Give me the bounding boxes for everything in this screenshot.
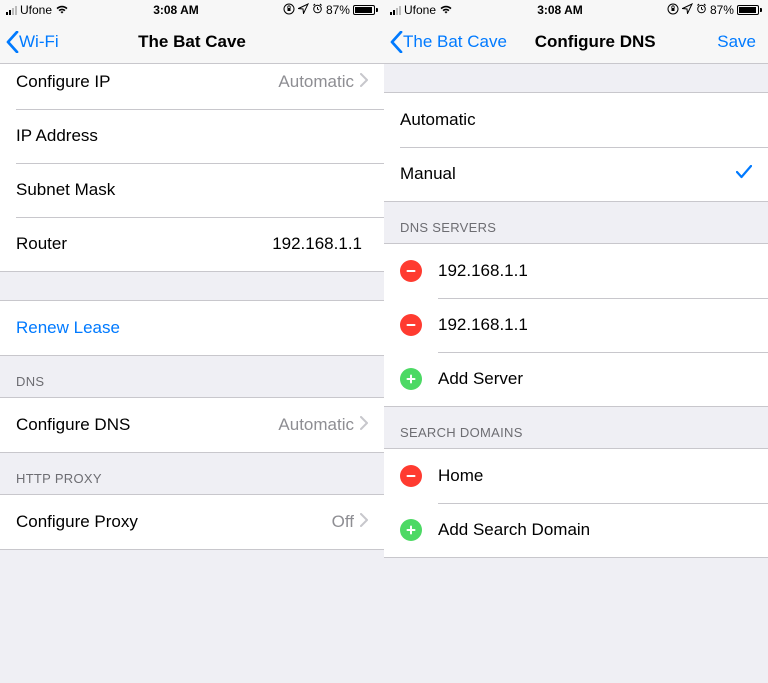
status-left: Ufone	[6, 3, 69, 17]
battery-pct: 87%	[326, 3, 350, 17]
proxy-group: Configure Proxy Off	[0, 494, 384, 550]
carrier-label: Ufone	[404, 3, 436, 17]
status-right: 87%	[667, 3, 762, 18]
status-bar: Ufone 3:08 AM 87%	[0, 0, 384, 20]
dns-mode-automatic-row[interactable]: Automatic	[384, 93, 768, 147]
search-domain-value: Home	[438, 466, 752, 486]
subnet-mask-label: Subnet Mask	[16, 180, 368, 200]
add-button[interactable]	[400, 519, 422, 541]
chevron-right-icon	[360, 72, 368, 92]
dns-servers-header: DNS SERVERS	[384, 202, 768, 243]
screen-configure-dns: Ufone 3:08 AM 87% The Bat Cave	[384, 0, 768, 683]
search-domains-group: Home Add Search Domain	[384, 448, 768, 558]
nav-title: Configure DNS	[535, 32, 656, 52]
wifi-icon	[439, 4, 453, 17]
configure-ip-label: Configure IP	[16, 72, 278, 92]
location-icon	[682, 3, 693, 17]
add-button[interactable]	[400, 368, 422, 390]
content-area: Configure IP Automatic IP Address Subnet…	[0, 64, 384, 683]
configure-dns-label: Configure DNS	[16, 415, 278, 435]
plus-icon	[405, 373, 417, 385]
add-search-domain-row[interactable]: Add Search Domain	[384, 503, 768, 557]
renew-lease-label: Renew Lease	[16, 318, 120, 338]
configure-proxy-label: Configure Proxy	[16, 512, 332, 532]
router-label: Router	[16, 234, 272, 254]
add-server-label: Add Server	[438, 369, 752, 389]
dns-server-value: 192.168.1.1	[438, 315, 752, 335]
nav-title: The Bat Cave	[138, 32, 246, 52]
battery-pct: 87%	[710, 3, 734, 17]
location-icon	[298, 3, 309, 17]
chevron-left-icon	[6, 31, 19, 53]
configure-proxy-row[interactable]: Configure Proxy Off	[0, 495, 384, 549]
back-label: The Bat Cave	[403, 32, 507, 52]
router-row[interactable]: Router 192.168.1.1	[0, 217, 384, 271]
dns-mode-manual-row[interactable]: Manual	[384, 147, 768, 201]
delete-button[interactable]	[400, 314, 422, 336]
alarm-icon	[696, 3, 707, 17]
status-right: 87%	[283, 3, 378, 18]
ip-address-label: IP Address	[16, 126, 368, 146]
status-left: Ufone	[390, 3, 453, 17]
nav-bar: The Bat Cave Configure DNS Save	[384, 20, 768, 64]
status-bar: Ufone 3:08 AM 87%	[384, 0, 768, 20]
chevron-left-icon	[390, 31, 403, 53]
cellular-signal-icon	[390, 5, 401, 15]
back-button[interactable]: The Bat Cave	[384, 31, 507, 53]
dns-mode-group: Automatic Manual	[384, 92, 768, 202]
dns-server-row[interactable]: 192.168.1.1	[384, 244, 768, 298]
chevron-right-icon	[360, 512, 368, 532]
delete-button[interactable]	[400, 260, 422, 282]
router-value: 192.168.1.1	[272, 234, 362, 254]
back-label: Wi-Fi	[19, 32, 59, 52]
chevron-right-icon	[360, 415, 368, 435]
wifi-icon	[55, 4, 69, 17]
add-server-row[interactable]: Add Server	[384, 352, 768, 406]
http-proxy-header: HTTP PROXY	[0, 453, 384, 494]
configure-dns-row[interactable]: Configure DNS Automatic	[0, 398, 384, 452]
configure-ip-row[interactable]: Configure IP Automatic	[0, 64, 384, 109]
configure-proxy-value: Off	[332, 512, 354, 532]
configure-ip-value: Automatic	[278, 72, 354, 92]
renew-lease-button[interactable]: Renew Lease	[0, 301, 384, 355]
cellular-signal-icon	[6, 5, 17, 15]
save-button[interactable]: Save	[717, 32, 756, 52]
back-button[interactable]: Wi-Fi	[0, 31, 59, 53]
battery-icon	[353, 5, 378, 15]
configure-dns-value: Automatic	[278, 415, 354, 435]
dns-group: Configure DNS Automatic	[0, 397, 384, 453]
automatic-label: Automatic	[400, 110, 752, 130]
alarm-icon	[312, 3, 323, 17]
carrier-label: Ufone	[20, 3, 52, 17]
status-time: 3:08 AM	[153, 3, 199, 17]
screen-wifi-details: Ufone 3:08 AM 87% Wi-Fi Th	[0, 0, 384, 683]
battery-icon	[737, 5, 762, 15]
dns-servers-group: 192.168.1.1 192.168.1.1 Add Server	[384, 243, 768, 407]
rotation-lock-icon	[667, 3, 679, 18]
search-domain-row[interactable]: Home	[384, 449, 768, 503]
minus-icon	[405, 319, 417, 331]
minus-icon	[405, 470, 417, 482]
ip-address-row[interactable]: IP Address	[0, 109, 384, 163]
add-search-domain-label: Add Search Domain	[438, 520, 752, 540]
nav-bar: Wi-Fi The Bat Cave	[0, 20, 384, 64]
dns-server-value: 192.168.1.1	[438, 261, 752, 281]
renew-lease-group: Renew Lease	[0, 300, 384, 356]
content-area: Automatic Manual DNS SERVERS 192.168.1.1…	[384, 64, 768, 683]
rotation-lock-icon	[283, 3, 295, 18]
checkmark-icon	[736, 164, 752, 184]
minus-icon	[405, 265, 417, 277]
ipv4-group: Configure IP Automatic IP Address Subnet…	[0, 64, 384, 272]
manual-label: Manual	[400, 164, 736, 184]
dns-server-row[interactable]: 192.168.1.1	[384, 298, 768, 352]
dns-header: DNS	[0, 356, 384, 397]
plus-icon	[405, 524, 417, 536]
delete-button[interactable]	[400, 465, 422, 487]
subnet-mask-row[interactable]: Subnet Mask	[0, 163, 384, 217]
status-time: 3:08 AM	[537, 3, 583, 17]
search-domains-header: SEARCH DOMAINS	[384, 407, 768, 448]
